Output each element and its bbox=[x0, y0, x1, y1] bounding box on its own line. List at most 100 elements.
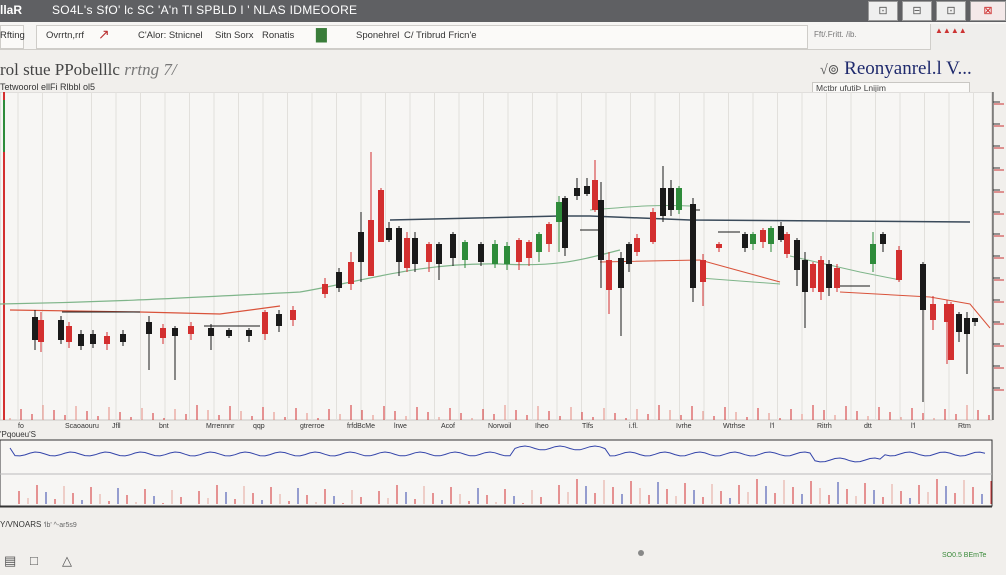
toolbar-item-overview[interactable]: Ovrrtn,rrf bbox=[46, 30, 84, 41]
candle-body bbox=[896, 250, 902, 280]
candle-body bbox=[426, 244, 432, 262]
candle-body bbox=[778, 226, 784, 240]
toolbar-item-spreadsheet[interactable]: Sponehrel bbox=[356, 30, 399, 41]
chat-icon[interactable]: □ bbox=[30, 553, 38, 568]
window-controls: ⊡ ⊟ ⊡ ⊠ bbox=[868, 1, 1006, 21]
x-tick-label: Tlfs bbox=[582, 423, 594, 430]
toolbar: Rfting Ovrrtn,rrf ↗ C'Alor: Stnicnel Sit… bbox=[0, 22, 1006, 50]
chart-heading: rol stue PPobelllc rrtng 7/ bbox=[0, 60, 177, 80]
candle-body bbox=[742, 234, 748, 248]
bottom-toolbar: ▤ □ △ bbox=[0, 541, 90, 575]
candle-body bbox=[322, 284, 328, 294]
candle-body bbox=[492, 244, 498, 264]
x-tick-label: fo bbox=[18, 423, 24, 430]
candle-body bbox=[880, 234, 886, 244]
candle-body bbox=[536, 234, 542, 252]
indicator-footer: Y/VNOARS 'lb' ^‑ar5s9 bbox=[0, 520, 77, 529]
app-logo: llaR bbox=[0, 3, 23, 17]
candle-body bbox=[964, 318, 970, 334]
x-tick-label: gtrerroe bbox=[300, 423, 325, 430]
candle-body bbox=[38, 320, 44, 342]
candle-body bbox=[450, 234, 456, 258]
candle-body bbox=[948, 304, 954, 360]
nav-arrow-icon[interactable]: √⊚ bbox=[820, 63, 839, 78]
x-tick-label: Rtm bbox=[958, 423, 971, 430]
candle-body bbox=[768, 228, 774, 244]
candle-body bbox=[378, 190, 384, 242]
price-chart[interactable]: fo Scaoaouru Jfll bnt Mrrennnr qqp gtrerroe frf… bbox=[0, 92, 1006, 532]
candle-body bbox=[276, 314, 282, 326]
candle-body bbox=[546, 224, 552, 244]
candle-body bbox=[526, 242, 532, 258]
candle-body bbox=[802, 260, 808, 292]
candle-body bbox=[262, 312, 268, 334]
candle-body bbox=[794, 240, 800, 270]
candle-body bbox=[716, 244, 722, 248]
candle-body bbox=[574, 188, 580, 196]
x-tick-label: lrwe bbox=[394, 423, 407, 430]
candle-body bbox=[386, 228, 392, 240]
window-button-1[interactable]: ⊡ bbox=[868, 1, 898, 21]
candle-body bbox=[700, 260, 706, 282]
x-tick-label: Ritrh bbox=[817, 423, 832, 430]
print-icon[interactable]: ▤ bbox=[4, 553, 16, 569]
candle-body bbox=[618, 258, 624, 288]
x-tick-label: dtt bbox=[864, 423, 872, 430]
x-tick-label: Acof bbox=[441, 423, 455, 430]
toolbar-item-rating[interactable]: Rfting bbox=[0, 30, 25, 41]
chart-line-icon[interactable]: ↗ bbox=[98, 26, 110, 43]
window-button-2[interactable]: ⊟ bbox=[902, 1, 932, 21]
chart-heading-italic: rrtng 7/ bbox=[124, 60, 177, 79]
candle-body bbox=[246, 330, 252, 336]
candle-body bbox=[90, 334, 96, 344]
right-heading: √⊚ Reonyanrel.l V... bbox=[820, 58, 972, 80]
candle-body bbox=[58, 320, 64, 340]
warning-icon[interactable]: △ bbox=[62, 553, 72, 569]
candle-body bbox=[66, 326, 72, 342]
right-heading-text: Reonyanrel.l V... bbox=[844, 58, 972, 79]
indicator-label: 'Pqoueu'S bbox=[0, 430, 36, 439]
right-panel-arrow-icon[interactable]: ▲▲▲▲ bbox=[935, 26, 967, 35]
candle-body bbox=[404, 238, 410, 268]
toolbar-item-ratios[interactable]: Ronatis bbox=[262, 30, 294, 41]
candle-body bbox=[750, 234, 756, 244]
x-tick-label: Ivrhe bbox=[676, 423, 692, 430]
window-close-button[interactable]: ⊠ bbox=[970, 1, 1006, 21]
x-tick-label: l'l bbox=[911, 423, 916, 430]
toolbar-item-tribute[interactable]: C/ Tribrud Fricn'e bbox=[404, 30, 477, 41]
candle-body bbox=[676, 188, 682, 210]
candle-body bbox=[290, 310, 296, 320]
toolbar-right-tabs[interactable]: Fft/.Fritt. /ib. bbox=[814, 30, 857, 39]
toolbar-item-sort[interactable]: Sitn Sorx bbox=[215, 30, 254, 41]
x-tick-label: i.fl. bbox=[629, 423, 638, 430]
candle-body bbox=[188, 326, 194, 334]
bar-chart-icon[interactable]: ▇ bbox=[316, 26, 327, 43]
candle-body bbox=[368, 220, 374, 276]
candle-body bbox=[104, 336, 110, 344]
x-tick-label: Scaoaouru bbox=[65, 423, 99, 430]
x-tick-label: qqp bbox=[253, 423, 265, 430]
x-tick-label: Iheo bbox=[535, 423, 549, 430]
x-tick-label: Wtrhse bbox=[723, 423, 745, 430]
x-tick-label: Mrrennnr bbox=[206, 423, 235, 430]
candle-body bbox=[436, 244, 442, 264]
candle-body bbox=[516, 240, 522, 262]
candle-body bbox=[358, 232, 364, 262]
candle-body bbox=[462, 242, 468, 260]
candle-body bbox=[606, 260, 612, 290]
window-button-3[interactable]: ⊡ bbox=[936, 1, 966, 21]
toolbar-item-color[interactable]: C'Alor: Stnicnel bbox=[138, 30, 203, 41]
status-dot bbox=[638, 550, 644, 556]
candle-body bbox=[626, 244, 632, 264]
indicator-footer-small: 'lb' ^‑ar5s9 bbox=[43, 522, 77, 529]
x-tick-label: l'l bbox=[770, 423, 775, 430]
candle-body bbox=[818, 260, 824, 292]
candle-body bbox=[504, 246, 510, 264]
x-tick-label: bnt bbox=[159, 423, 169, 430]
candle-body bbox=[650, 212, 656, 242]
candle-body bbox=[956, 314, 962, 332]
candle-body bbox=[930, 304, 936, 320]
right-panel-controls: ▲▲▲▲ bbox=[930, 24, 1006, 50]
candle-body bbox=[920, 264, 926, 310]
candle-body bbox=[478, 244, 484, 262]
